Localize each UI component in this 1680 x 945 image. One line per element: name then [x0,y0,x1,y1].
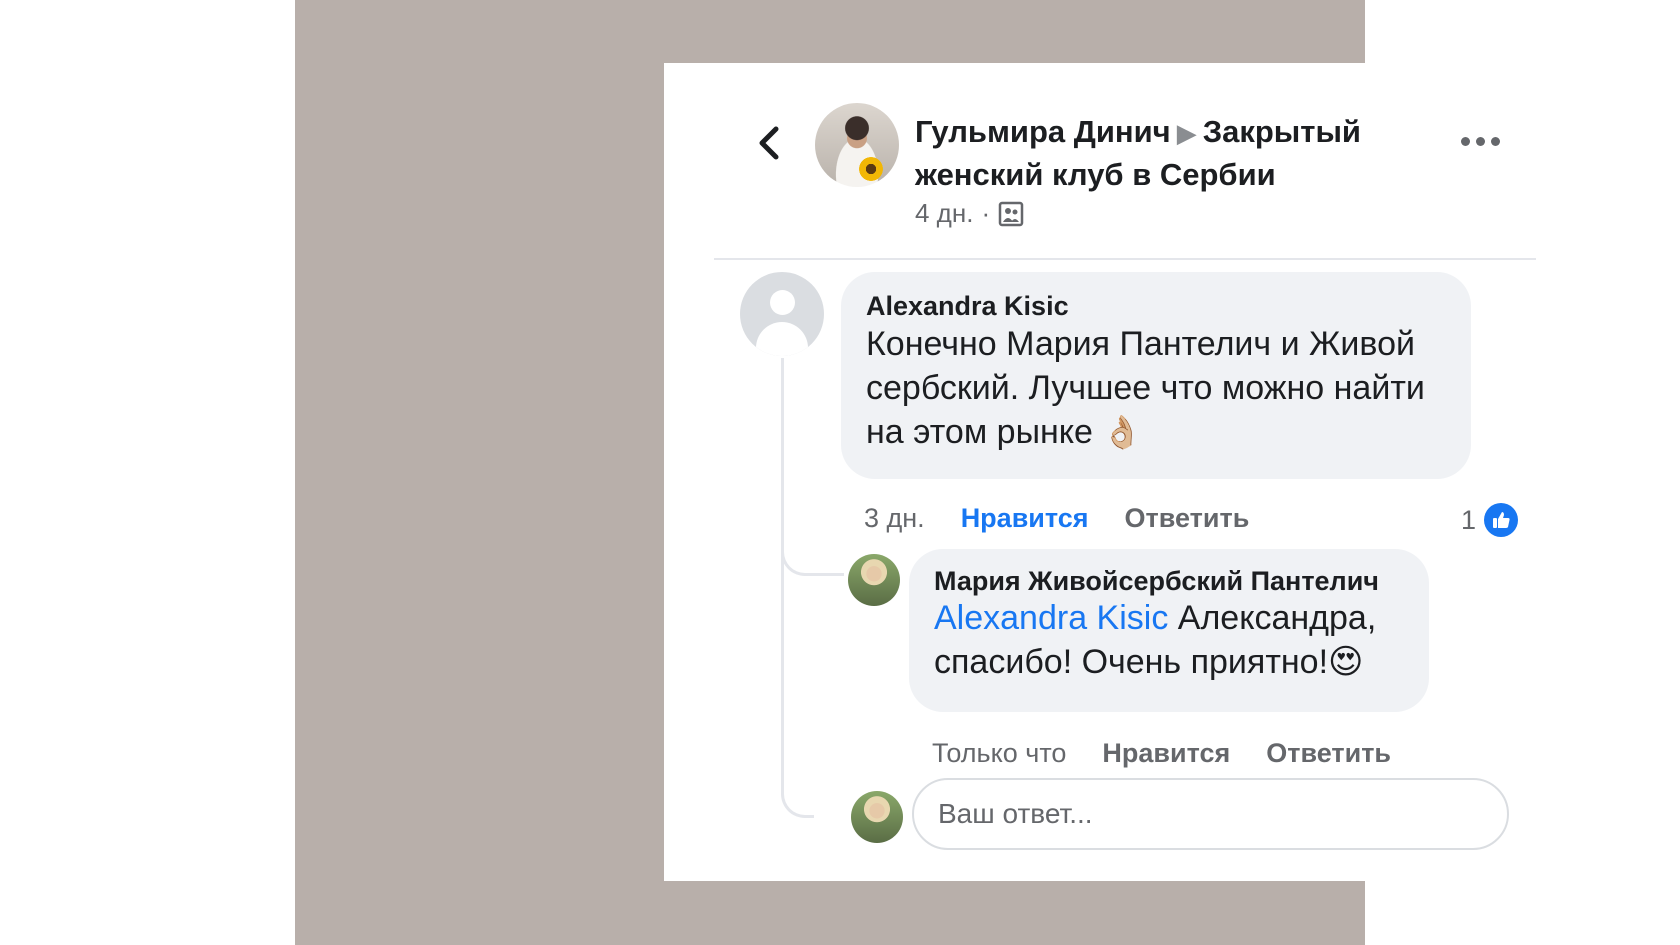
comment-author[interactable]: Alexandra Kisic [866,291,1069,322]
reply-author[interactable]: Мария Живойсербский Пантелич [934,566,1379,597]
more-options-icon[interactable] [1461,137,1501,149]
back-arrow-icon[interactable] [754,123,784,163]
meta-separator: · [981,198,991,228]
heart-eyes-emoji: 😍 [1328,643,1364,681]
comment-thread-card: Гульмира Динич ▶ Закрытый женский клуб в С… [664,63,1585,881]
reply-text: Alexandra Kisic Александра, спасибо! Оче… [934,596,1424,684]
reply-bubble: Мария Живойсербский Пантелич Alexandra K… [909,549,1429,712]
reaction-summary[interactable]: 1 [1461,503,1519,537]
post-title: Гульмира Динич ▶ Закрытый женский клуб в С… [915,111,1435,196]
post-author-name[interactable]: Гульмира Динич [915,114,1171,149]
comment-text: Конечно Мария Пантелич и Живой сербский.… [866,322,1466,454]
comment-bubble: Alexandra Kisic Конечно Мария Пантелич и… [841,272,1471,479]
group-icon [998,201,1024,226]
sunflower-decoration [859,157,883,181]
commenter-avatar-default[interactable] [740,272,824,356]
mention-link[interactable]: Alexandra Kisic [934,599,1168,637]
reply-like-button[interactable]: Нравится [1102,738,1230,769]
reply-input[interactable] [912,778,1509,850]
current-user-avatar [851,791,903,843]
reply-time: Только что [932,738,1067,768]
reaction-count: 1 [1461,504,1477,535]
reply-reply-button[interactable]: Ответить [1266,738,1391,769]
reply-author-avatar[interactable] [848,554,900,606]
comment-time: 3 дн. [864,503,925,533]
reply-button[interactable]: Ответить [1125,503,1250,534]
like-button[interactable]: Нравится [961,503,1089,534]
thread-connector-line [781,358,814,818]
background-frame: Гульмира Динич ▶ Закрытый женский клуб в С… [295,0,1585,945]
arrow-right-icon: ▶ [1176,118,1197,148]
thumbs-up-icon [1484,503,1519,537]
reply-actions: Только что Нравится Ответить [932,738,1391,769]
post-meta: 4 дн. · [915,198,1024,229]
comment-body: Конечно Мария Пантелич и Живой сербский.… [866,325,1425,451]
post-timestamp: 4 дн. [915,198,974,228]
post-author-avatar[interactable] [815,103,899,187]
comment-actions: 3 дн. Нравится Ответить [864,503,1249,534]
header-divider [714,258,1536,260]
thread-branch-line [781,533,844,576]
ok-hand-emoji: 👌🏼 [1102,414,1143,450]
